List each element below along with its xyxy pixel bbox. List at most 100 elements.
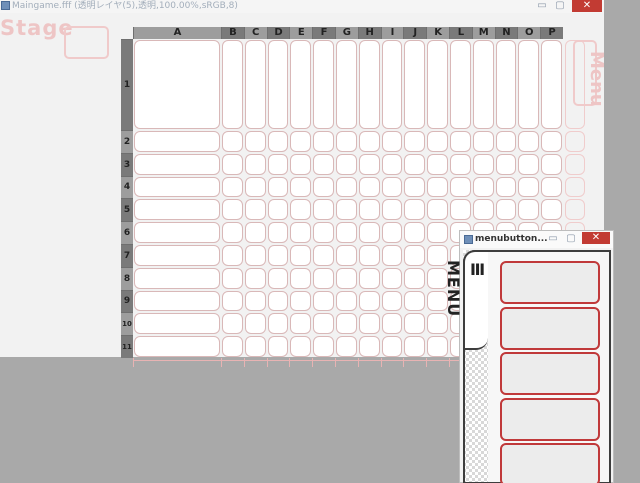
grid-cell[interactable]	[336, 336, 357, 357]
grid-cell[interactable]	[267, 131, 289, 152]
grid-cell[interactable]	[222, 267, 243, 289]
grid-cell[interactable]	[541, 153, 562, 175]
column-header-e[interactable]: E	[289, 27, 312, 39]
grid-cell[interactable]	[244, 290, 266, 312]
menu-slot-button[interactable]	[500, 261, 600, 304]
grid-cell[interactable]	[313, 40, 334, 129]
grid-cell[interactable]	[290, 267, 312, 289]
row-header-1[interactable]: 1	[121, 39, 133, 130]
grid-cell[interactable]	[290, 222, 312, 243]
grid-cell[interactable]	[336, 40, 357, 129]
grid-cell[interactable]	[518, 153, 540, 175]
grid-cell[interactable]	[381, 176, 403, 198]
grid-cell[interactable]	[518, 176, 540, 198]
grid-cell[interactable]	[244, 245, 266, 266]
column-header-l[interactable]: L	[449, 27, 472, 39]
grid-cell[interactable]	[404, 176, 426, 198]
grid-cell[interactable]	[381, 245, 403, 266]
menu-slot-button[interactable]	[500, 306, 600, 350]
grid-cell[interactable]	[313, 290, 334, 312]
grid-cell[interactable]	[381, 222, 403, 243]
grid-cell[interactable]	[541, 131, 562, 152]
row-header-7[interactable]: 7	[121, 244, 133, 267]
column-header-i[interactable]: I	[380, 27, 404, 39]
grid-cell[interactable]	[244, 313, 266, 335]
grid-cell[interactable]	[267, 40, 289, 129]
grid-cell[interactable]	[495, 40, 517, 129]
maximize-button[interactable]: ▢	[553, 0, 567, 12]
menu-slot-button[interactable]	[500, 352, 600, 395]
grid-cell[interactable]	[427, 40, 448, 129]
grid-cell[interactable]	[472, 176, 494, 198]
grid-cell[interactable]	[313, 336, 334, 357]
column-header-c[interactable]: C	[243, 27, 267, 39]
grid-cell[interactable]	[427, 176, 448, 198]
grid-cell[interactable]	[495, 131, 517, 152]
grid-cell[interactable]	[541, 199, 562, 221]
grid-cell[interactable]	[450, 40, 471, 129]
grid-cell[interactable]	[404, 153, 426, 175]
grid-cell[interactable]	[358, 222, 380, 243]
close-button[interactable]: ✕	[572, 0, 602, 12]
column-header-d[interactable]: D	[266, 27, 290, 39]
grid-cell[interactable]	[134, 199, 220, 221]
grid-cell[interactable]	[427, 199, 448, 221]
column-header-k[interactable]: K	[426, 27, 449, 39]
row-header-8[interactable]: 8	[121, 266, 133, 290]
grid-cell[interactable]	[267, 153, 289, 175]
grid-cell[interactable]	[244, 153, 266, 175]
column-header-f[interactable]: F	[312, 27, 335, 39]
grid-cell[interactable]	[472, 40, 494, 129]
sub-title-bar[interactable]: menubutton... ▭ ▢ ✕	[460, 231, 613, 248]
grid-cell[interactable]	[267, 222, 289, 243]
grid-cell[interactable]	[134, 153, 220, 175]
grid-cell[interactable]	[290, 131, 312, 152]
grid-cell[interactable]	[358, 199, 380, 221]
grid-cell[interactable]	[313, 153, 334, 175]
grid-cell[interactable]	[381, 267, 403, 289]
column-header-p[interactable]: P	[540, 27, 563, 39]
grid-cell[interactable]	[404, 40, 426, 129]
grid-cell[interactable]	[450, 153, 471, 175]
sub-close-button[interactable]: ✕	[582, 232, 610, 244]
grid-cell[interactable]	[427, 222, 448, 243]
grid-cell[interactable]	[222, 176, 243, 198]
grid-cell[interactable]	[450, 176, 471, 198]
grid-cell[interactable]	[336, 131, 357, 152]
grid-cell[interactable]	[358, 153, 380, 175]
grid-cell[interactable]	[134, 245, 220, 266]
grid-cell[interactable]	[222, 40, 243, 129]
grid-cell[interactable]	[134, 267, 220, 289]
grid-cell[interactable]	[404, 336, 426, 357]
grid-cell[interactable]	[290, 336, 312, 357]
grid-cell[interactable]	[134, 336, 220, 357]
column-header-a[interactable]: A	[133, 27, 221, 39]
grid-cell[interactable]	[313, 313, 334, 335]
row-header-5[interactable]: 5	[121, 198, 133, 222]
grid-cell[interactable]	[358, 131, 380, 152]
grid-cell[interactable]	[267, 267, 289, 289]
grid-cell[interactable]	[518, 199, 540, 221]
grid-cell[interactable]	[472, 199, 494, 221]
grid-cell[interactable]	[381, 336, 403, 357]
row-header-9[interactable]: 9	[121, 289, 133, 313]
grid-cell[interactable]	[336, 153, 357, 175]
grid-cell[interactable]	[244, 336, 266, 357]
column-header-g[interactable]: G	[335, 27, 358, 39]
menu-slot-button[interactable]	[500, 443, 600, 483]
column-header-o[interactable]: O	[517, 27, 540, 39]
grid-cell[interactable]	[518, 40, 540, 129]
grid-cell[interactable]	[541, 176, 562, 198]
grid-cell[interactable]	[381, 131, 403, 152]
grid-cell[interactable]	[358, 336, 380, 357]
column-header-n[interactable]: N	[494, 27, 518, 39]
grid-cell[interactable]	[244, 222, 266, 243]
grid-cell[interactable]	[134, 131, 220, 152]
grid-cell[interactable]	[404, 290, 426, 312]
grid-cell[interactable]	[336, 290, 357, 312]
grid-cell[interactable]	[381, 199, 403, 221]
grid-cell[interactable]	[404, 222, 426, 243]
grid-cell[interactable]	[244, 267, 266, 289]
grid-cell[interactable]	[290, 176, 312, 198]
grid-cell[interactable]	[358, 176, 380, 198]
